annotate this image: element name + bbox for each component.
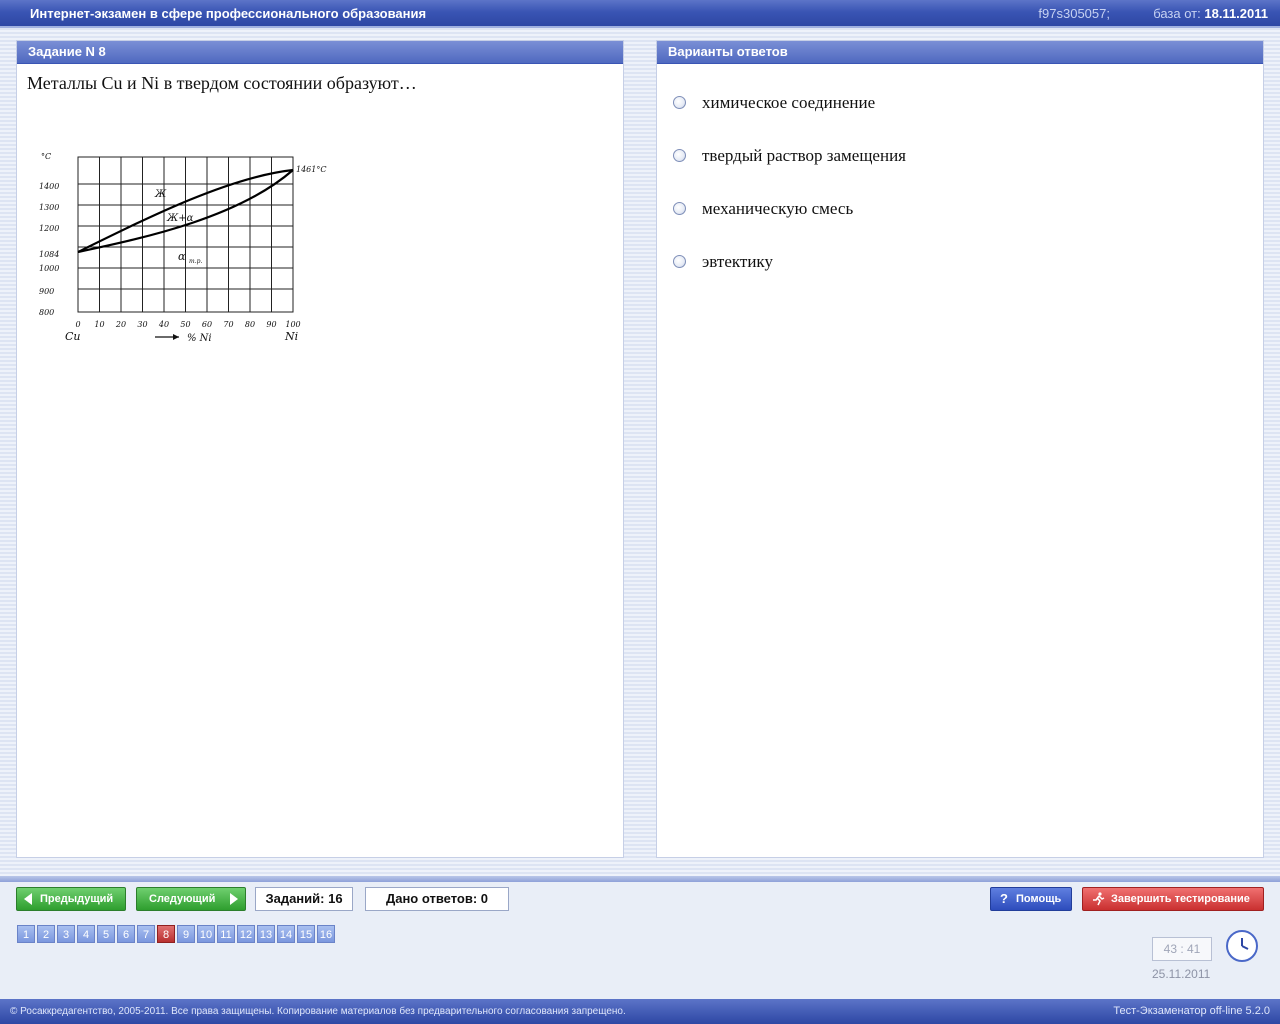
session-id: f97s305057; (1038, 6, 1110, 21)
answers-panel-header: Варианты ответов (657, 41, 1263, 64)
title-bar: Интернет-экзамен в сфере профессионально… (0, 0, 1280, 28)
diagram-x-tick: 30 (137, 320, 147, 329)
pager-item[interactable]: 11 (217, 925, 235, 943)
answer-option[interactable]: твердый раствор замещения (673, 144, 1073, 168)
prev-button-label: Предыдущий (40, 893, 114, 905)
answer-option-label: химическое соединение (702, 93, 876, 112)
arrow-left-icon (24, 893, 32, 905)
question-panel: Задание N 8 Металлы Cu и Ni в твердом со… (16, 40, 624, 858)
pager-item[interactable]: 4 (77, 925, 95, 943)
pager-item[interactable]: 5 (97, 925, 115, 943)
diagram-y-tick: 1084 (39, 250, 59, 259)
diagram-region-two-phase: Ж+α (166, 213, 194, 224)
diagram-region-liquid: Ж (154, 189, 167, 200)
answers-panel: Варианты ответов химическое соединение т… (656, 40, 1264, 858)
diagram-x-tick: 10 (94, 320, 104, 329)
radio-button[interactable] (673, 202, 686, 215)
question-icon: ? (1000, 891, 1008, 906)
question-text: Металлы Cu и Ni в твердом состоянии обра… (27, 73, 417, 93)
pager-item[interactable]: 16 (317, 925, 335, 943)
pager-item[interactable]: 2 (37, 925, 55, 943)
phase-diagram: °C 1400 1300 1200 1084 1000 900 800 1461… (39, 152, 326, 344)
finish-button-label: Завершить тестирование (1111, 893, 1250, 905)
finish-button[interactable]: Завершить тестирование (1082, 887, 1264, 911)
diagram-y-tick: 1000 (39, 264, 59, 273)
diagram-x-label: % Ni (187, 333, 212, 344)
pager-item[interactable]: 14 (277, 925, 295, 943)
clock-hands-icon (1241, 938, 1249, 950)
diagram-y-tick: 1200 (39, 224, 59, 233)
tasks-count: Заданий: 16 (255, 887, 353, 911)
pager-item[interactable]: 9 (177, 925, 195, 943)
running-man-icon (1093, 892, 1105, 906)
next-button-label: Следующий (149, 893, 216, 905)
pager-item[interactable]: 1 (17, 925, 35, 943)
question-panel-header: Задание N 8 (17, 41, 623, 64)
answers-given-count: Дано ответов: 0 (365, 887, 509, 911)
diagram-x-tick: 20 (115, 320, 126, 329)
answer-option[interactable]: химическое соединение (673, 91, 1073, 115)
answer-option[interactable]: эвтектику (673, 250, 1073, 274)
diagram-x-tick: 0 (75, 320, 80, 329)
timer-display: 43 : 41 (1152, 937, 1212, 961)
diagram-right-element: Ni (284, 330, 298, 343)
radio-button[interactable] (673, 255, 686, 268)
pager-item[interactable]: 3 (57, 925, 75, 943)
diagram-top-label: 1461°C (296, 165, 326, 174)
pager-item-current[interactable]: 8 (157, 925, 175, 943)
bottom-separator (0, 876, 1280, 882)
diagram-region-solid: α (178, 250, 186, 263)
diagram-y-tick: 1300 (39, 203, 59, 212)
help-button-label: Помощь (1016, 893, 1062, 905)
pager-item[interactable]: 15 (297, 925, 315, 943)
radio-button[interactable] (673, 149, 686, 162)
diagram-y-unit: °C (41, 152, 51, 161)
answer-option[interactable]: механическую смесь (673, 197, 1073, 221)
pager-item[interactable]: 12 (237, 925, 255, 943)
next-button[interactable]: Следующий (136, 887, 246, 911)
radio-button[interactable] (673, 96, 686, 109)
footer-copyright: © Росаккредагентство, 2005-2011. Все пра… (10, 1006, 626, 1017)
diagram-x-tick: 50 (180, 320, 190, 329)
app-title: Интернет-экзамен в сфере профессионально… (30, 6, 427, 21)
pager-item[interactable]: 7 (137, 925, 155, 943)
pager-item[interactable]: 13 (257, 925, 275, 943)
pager-item[interactable]: 10 (197, 925, 215, 943)
pager-item[interactable]: 6 (117, 925, 135, 943)
base-date: база от: 18.11.2011 (1153, 6, 1268, 21)
diagram-y-tick: 1400 (39, 182, 59, 191)
diagram-y-tick: 800 (39, 308, 54, 317)
footer-version: Тест-Экзаменатор off-line 5.2.0 (1113, 1005, 1270, 1017)
diagram-region-solid-sub: т.р. (189, 258, 202, 265)
diagram-x-tick: 90 (266, 320, 276, 329)
clock-icon (1226, 930, 1258, 962)
base-date-value: 18.11.2011 (1204, 6, 1268, 21)
diagram-y-tick: 900 (39, 287, 54, 296)
prev-button[interactable]: Предыдущий (16, 887, 126, 911)
arrow-right-icon (230, 893, 238, 905)
base-label: база от: (1153, 6, 1201, 21)
answer-option-label: механическую смесь (702, 199, 854, 218)
diagram-x-tick: 80 (245, 320, 255, 329)
diagram-x-tick: 70 (223, 320, 233, 329)
diagram-x-tick: 100 (285, 320, 300, 329)
answer-option-label: эвтектику (702, 252, 773, 271)
diagram-x-tick: 40 (158, 320, 169, 329)
current-date: 25.11.2011 (1152, 967, 1211, 981)
diagram-left-element: Cu (65, 330, 81, 343)
footer: © Росаккредагентство, 2005-2011. Все пра… (0, 999, 1280, 1024)
diagram-x-tick: 60 (202, 320, 212, 329)
help-button[interactable]: ? Помощь (990, 887, 1072, 911)
answer-option-label: твердый раствор замещения (702, 146, 906, 165)
